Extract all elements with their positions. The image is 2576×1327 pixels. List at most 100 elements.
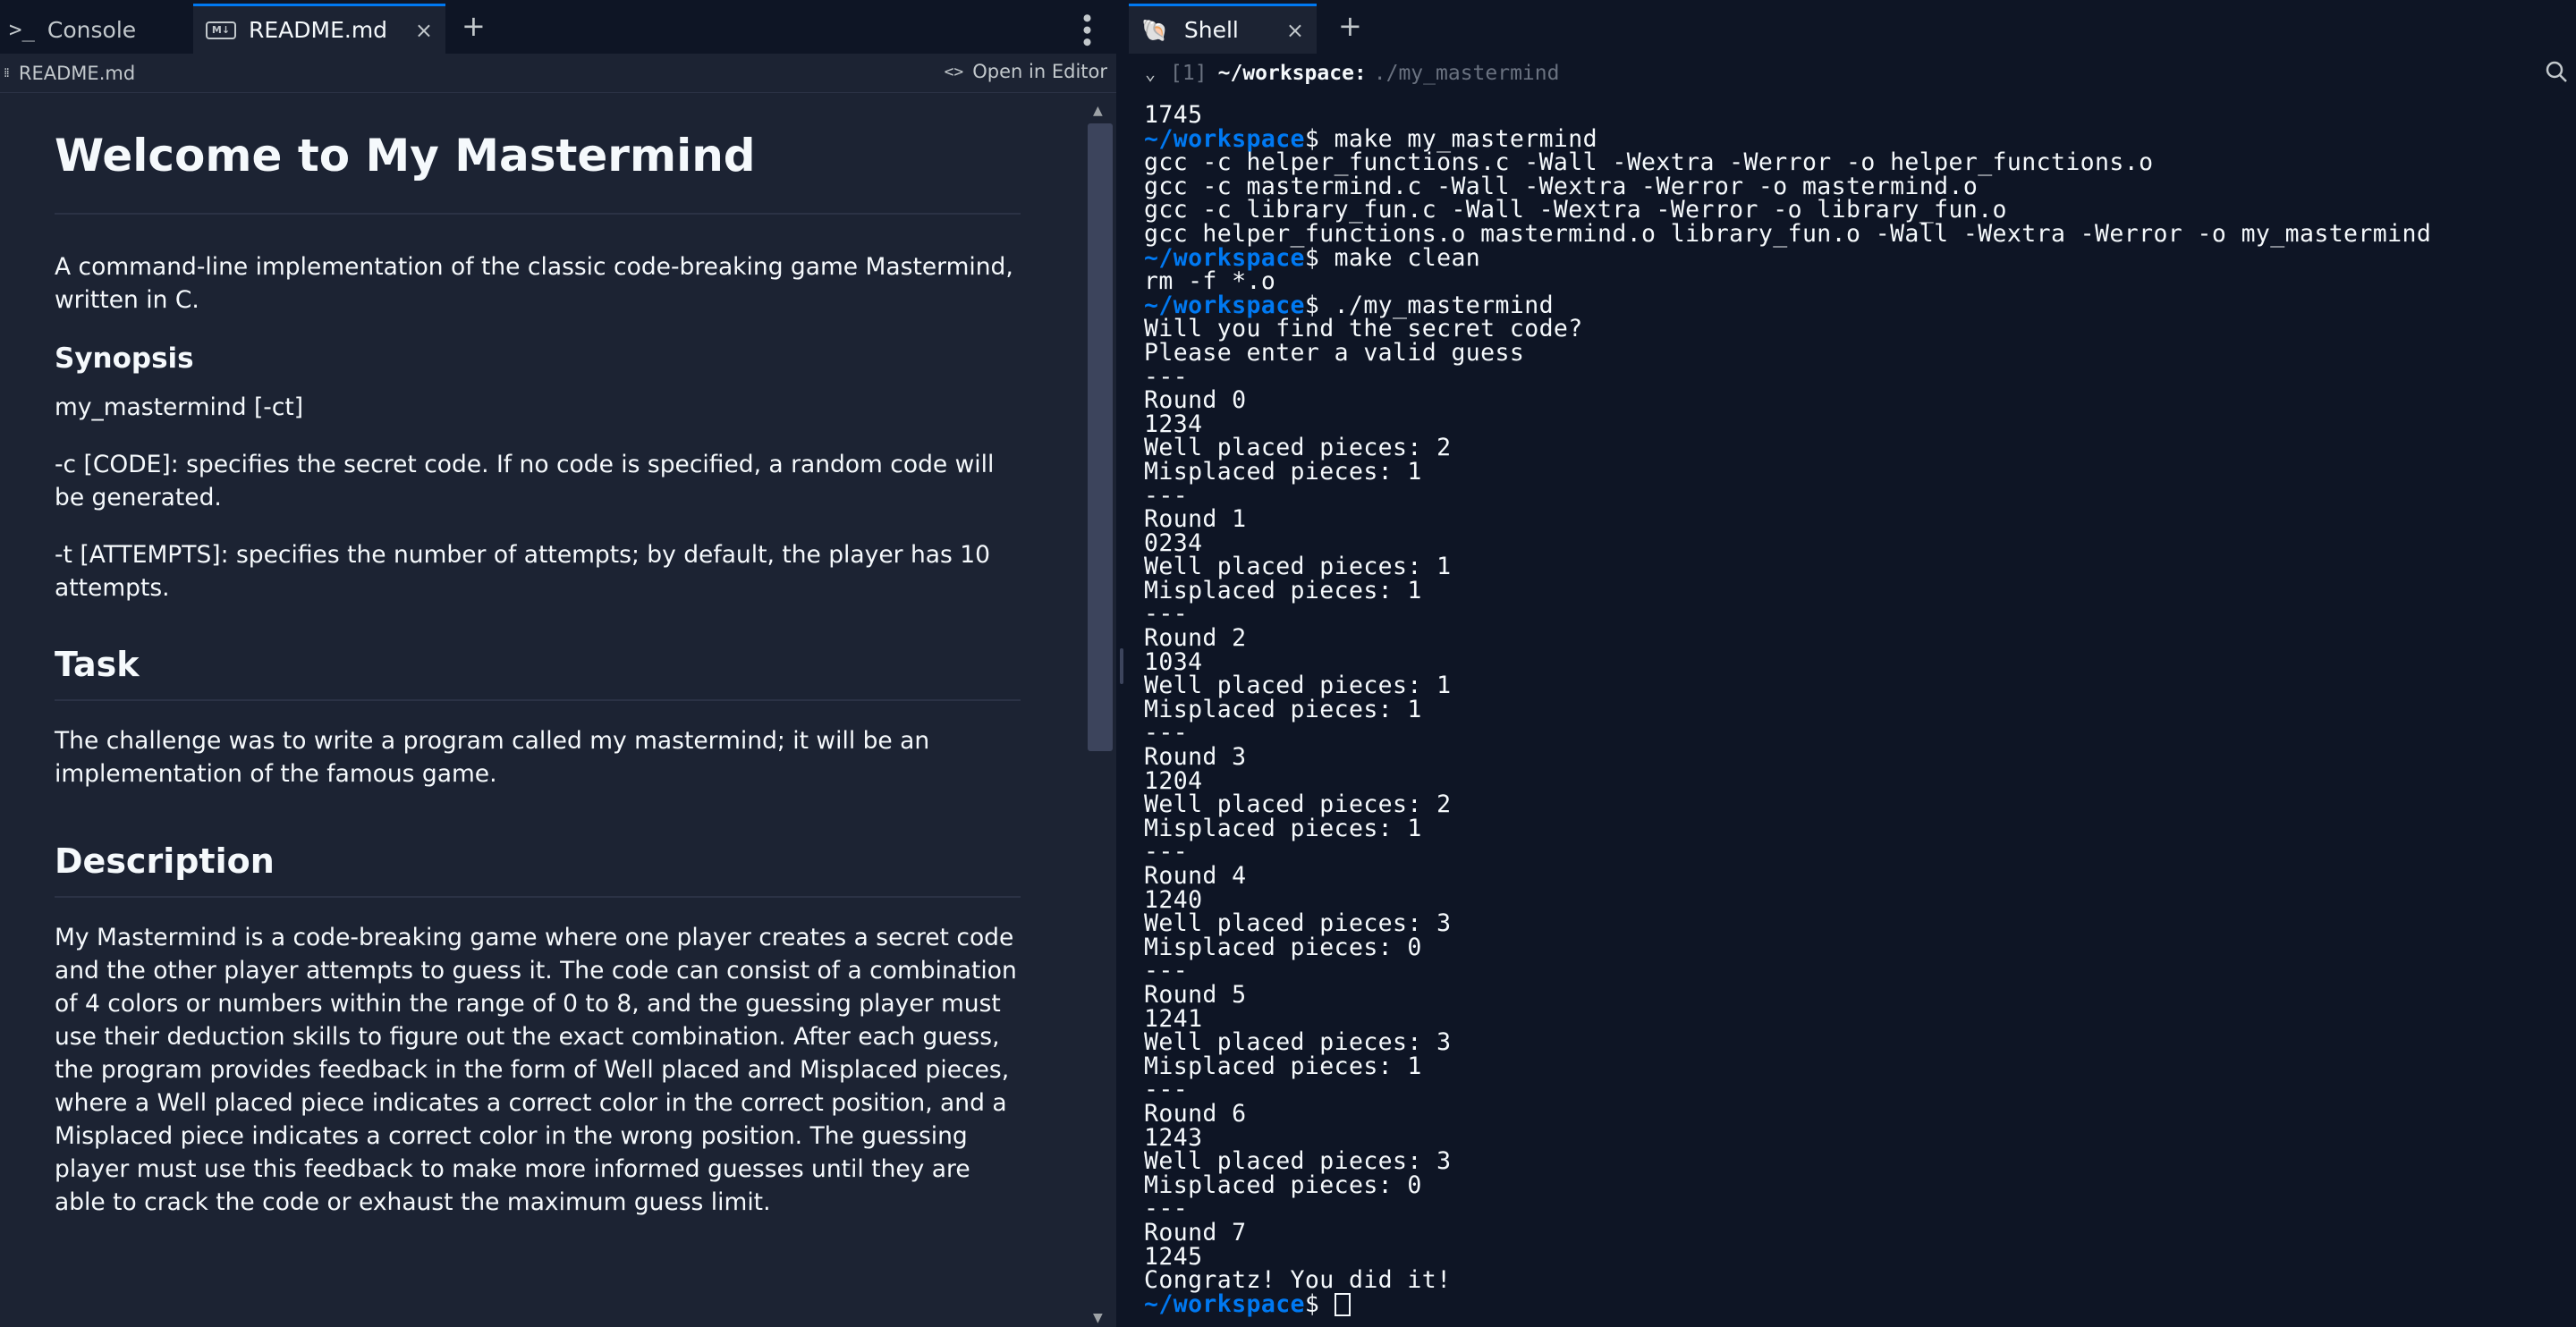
close-tab-readme-icon[interactable]: × <box>415 18 433 43</box>
terminal-line: Will you find the secret code? <box>1144 317 2575 342</box>
more-options-icon[interactable]: • • • <box>1072 11 1101 44</box>
terminal-output[interactable]: 1745 ~/workspace$ make my_mastermind gcc -… <box>1144 104 2575 1327</box>
task-text: The challenge was to write a program cal… <box>55 727 930 788</box>
title-divider <box>55 213 1021 215</box>
terminal-line: Round 3 <box>1144 745 2575 770</box>
tab-console-label: Console <box>47 16 137 43</box>
terminal-line: --- <box>1144 484 2575 509</box>
terminal-line: Misplaced pieces: 1 <box>1144 579 2575 604</box>
scroll-down-icon[interactable]: ▼ <box>1093 1311 1103 1325</box>
terminal-line: Well placed pieces: 1 <box>1144 673 2575 698</box>
terminal-line: --- <box>1144 841 2575 865</box>
terminal-cursor <box>1334 1292 1351 1316</box>
shell-prompt: ~/workspace <box>1144 1289 1305 1318</box>
terminal-line: gcc -c helper_functions.c -Wall -Wextra … <box>1144 150 2575 175</box>
synopsis-usage: my_mastermind [-ct] <box>55 393 304 421</box>
terminal-line: 1245 <box>1144 1245 2575 1270</box>
terminal-line: 1241 <box>1144 1007 2575 1032</box>
shell-session-path: ~/workspace: <box>1217 62 1367 85</box>
shell-session-header: ⌄ [1] ~/workspace: ./my_mastermind <box>1127 54 2576 93</box>
readme-title: Welcome to My Mastermind <box>55 130 756 182</box>
synopsis-option-c: -c [CODE]: specifies the secret code. If… <box>55 451 995 511</box>
terminal-line: Well placed pieces: 3 <box>1144 911 2575 936</box>
search-icon[interactable] <box>2544 59 2569 90</box>
description-text: My Mastermind is a code-breaking game wh… <box>55 924 1017 1216</box>
drag-handle-icon[interactable]: ⁞⁞ <box>4 66 10 80</box>
shell-pane: 🐚 Shell × + ⌄ [1] ~/workspace: ./my_mast… <box>1127 0 2576 1327</box>
left-tab-bar: >_ Console M↓ README.md × + • • • <box>0 0 1116 54</box>
terminal-line: 1240 <box>1144 888 2575 913</box>
terminal-line: Round 4 <box>1144 864 2575 889</box>
shell-session-index: [1] <box>1170 62 1208 85</box>
right-tab-bar: 🐚 Shell × + <box>1127 0 2576 54</box>
shell-icon: 🐚 <box>1141 17 1168 43</box>
terminal-line-text: $ <box>1304 1289 1335 1318</box>
terminal-line: --- <box>1144 1078 2575 1103</box>
synopsis-option-t: -t [ATTEMPTS]: specifies the number of a… <box>55 541 990 602</box>
terminal-line-text: Please enter a valid guess <box>1144 338 1525 367</box>
close-tab-shell-icon[interactable]: × <box>1286 18 1304 43</box>
terminal-line: Misplaced pieces: 1 <box>1144 816 2575 841</box>
synopsis-heading: Synopsis <box>55 342 194 375</box>
add-tab-icon[interactable]: + <box>1338 9 1362 43</box>
readme-scrollbar[interactable]: ▲ ▼ <box>1086 104 1116 1327</box>
terminal-prompt-icon: >_ <box>9 17 35 42</box>
description-divider <box>55 896 1021 898</box>
terminal-line: ~/workspace$ ./my_mastermind <box>1144 293 2575 318</box>
terminal-line: Misplaced pieces: 1 <box>1144 697 2575 723</box>
code-brackets-icon: <> <box>944 62 964 81</box>
terminal-line: Congratz! You did it! <box>1144 1268 2575 1293</box>
description-heading: Description <box>55 841 275 881</box>
terminal-line: Please enter a valid guess <box>1144 338 2575 367</box>
scroll-up-icon[interactable]: ▲ <box>1093 104 1103 118</box>
terminal-line: Round 0 <box>1144 388 2575 413</box>
terminal-line: 1243 <box>1144 1126 2575 1151</box>
terminal-line-text: $ make clean <box>1304 243 1481 272</box>
terminal-line: Round 2 <box>1144 626 2575 651</box>
terminal-line: Well placed pieces: 1 <box>1144 554 2575 579</box>
terminal-line: 1204 <box>1144 769 2575 794</box>
terminal-line: gcc -c mastermind.c -Wall -Wextra -Werro… <box>1144 174 2575 199</box>
splitter-handle[interactable] <box>1120 648 1123 684</box>
task-divider <box>55 699 1021 701</box>
add-tab-icon[interactable]: + <box>462 9 486 43</box>
terminal-line: Well placed pieces: 3 <box>1144 1030 2575 1055</box>
terminal-line: ~/workspace$ make my_mastermind <box>1144 127 2575 152</box>
tab-shell-label: Shell <box>1183 17 1239 43</box>
terminal-line: --- <box>1144 1197 2575 1221</box>
scroll-thumb[interactable] <box>1088 123 1113 751</box>
terminal-line: 1234 <box>1144 412 2575 437</box>
terminal-line: --- <box>1144 365 2575 390</box>
markdown-icon: M↓ <box>206 21 236 39</box>
chevron-down-icon[interactable]: ⌄ <box>1145 63 1156 84</box>
terminal-line: Misplaced pieces: 1 <box>1144 460 2575 485</box>
terminal-line: gcc -c library_fun.c -Wall -Wextra -Werr… <box>1144 199 2575 223</box>
readme-subbar: ⁞⁞ README.md <> Open in Editor <box>0 54 1116 93</box>
shell-session-command: ./my_mastermind <box>1373 62 1560 85</box>
tab-readme[interactable]: M↓ README.md × <box>193 4 445 54</box>
terminal-line: Well placed pieces: 2 <box>1144 792 2575 817</box>
terminal-line: Well placed pieces: 2 <box>1144 436 2575 461</box>
terminal-line: gcc helper_functions.o mastermind.o libr… <box>1144 222 2575 247</box>
terminal-line: --- <box>1144 959 2575 984</box>
file-path: ⁞⁞ README.md <box>4 63 135 84</box>
terminal-line: ~/workspace$ <box>1144 1289 2575 1318</box>
tab-console[interactable]: >_ Console <box>9 5 188 54</box>
pane-splitter[interactable] <box>1116 0 1127 1327</box>
terminal-line: Round 7 <box>1144 1221 2575 1246</box>
terminal-line: rm -f *.o <box>1144 269 2575 294</box>
terminal-line: 1034 <box>1144 650 2575 675</box>
terminal-line: --- <box>1144 603 2575 627</box>
tab-shell[interactable]: 🐚 Shell × <box>1129 4 1317 54</box>
terminal-line: Misplaced pieces: 1 <box>1144 1054 2575 1079</box>
task-heading: Task <box>55 645 140 684</box>
readme-pane: >_ Console M↓ README.md × + • • • ⁞⁞ REA… <box>0 0 1116 1327</box>
terminal-line: Round 6 <box>1144 1102 2575 1127</box>
file-path-label: README.md <box>18 63 136 84</box>
terminal-line: Misplaced pieces: 0 <box>1144 1173 2575 1198</box>
terminal-line: Round 1 <box>1144 507 2575 532</box>
readme-intro: A command-line implementation of the cla… <box>55 253 1013 314</box>
terminal-line: --- <box>1144 722 2575 746</box>
open-in-editor-label: Open in Editor <box>972 61 1107 82</box>
open-in-editor-button[interactable]: <> Open in Editor <box>945 61 1107 82</box>
